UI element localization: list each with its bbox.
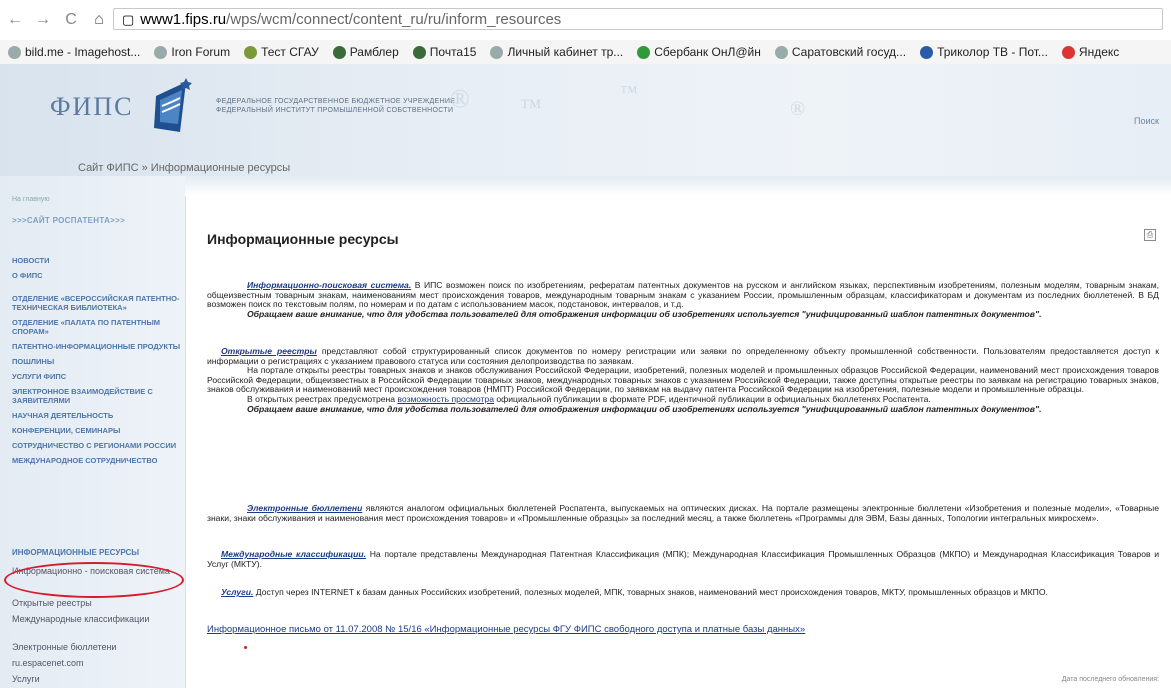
sidebar-item-international[interactable]: МЕЖДУНАРОДНОЕ СОТРУДНИЧЕСТВО [12, 456, 182, 465]
sidebar-item-fees[interactable]: ПОШЛИНЫ [12, 357, 182, 366]
search-link[interactable]: Поиск [1134, 116, 1159, 126]
classifications-link[interactable]: Международные классификации. [221, 549, 366, 559]
house-icon [412, 45, 426, 59]
view-possibility-link[interactable]: возможность просмотра [397, 394, 494, 404]
house-icon [332, 45, 346, 59]
bookmark-item[interactable]: Тест СГАУ [244, 45, 319, 59]
page-title: Информационные ресурсы [207, 231, 399, 247]
address-bar[interactable]: ▢ www1.fips.ru/wps/wcm/connect/content_ru… [113, 8, 1163, 30]
back-icon[interactable]: ← [6, 11, 24, 29]
watermark-tm-icon: ™ [520, 94, 542, 119]
paragraph-bulletins: Электронные бюллетени являются аналогом … [207, 503, 1159, 523]
nav-buttons: ← → C ⌂ [6, 10, 108, 30]
url-path: /wps/wcm/connect/content_ru/ru/inform_re… [226, 11, 562, 28]
sidebar-subitem-bulletins[interactable]: Электронные бюллетени [12, 642, 180, 653]
rospatent-link[interactable]: >>>САЙТ РОСПАТЕНТА>>> [12, 216, 125, 225]
bookmark-item[interactable]: Почта15 [412, 45, 476, 59]
watermark-registered-icon: ® [790, 98, 806, 120]
bookmark-item[interactable]: Личный кабинет тр... [490, 45, 623, 59]
browser-toolbar: ← → C ⌂ ▢ www1.fips.ru/wps/wcm/connect/co… [0, 0, 1171, 41]
bookmark-item[interactable]: Рамблер [332, 45, 399, 59]
paragraph-ips: Информационно-поисковая система. В ИПС в… [207, 280, 1159, 319]
institution-name: ФЕДЕРАЛЬНОЕ ГОСУДАРСТВЕННОЕ БЮДЖЕТНОЕ УЧ… [216, 98, 456, 114]
bookmark-item[interactable]: Сбербанк ОнЛ@йн [637, 45, 761, 59]
services-link[interactable]: Услуги. [221, 587, 253, 597]
sidebar: На главную >>>САЙТ РОСПАТЕНТА>>> НОВОСТИ… [0, 176, 185, 688]
sidebar-home-link[interactable]: На главную [12, 196, 50, 203]
globe-icon [8, 45, 21, 59]
leaf-icon [244, 45, 258, 59]
red-dot [244, 646, 247, 649]
bookmarks-bar: bild.me - Imagehost... Iron Forum Тест С… [0, 40, 1171, 65]
sidebar-item-library[interactable]: ОТДЕЛЕНИЕ «ВСЕРОССИЙСКАЯ ПАТЕНТНО-ТЕХНИЧ… [12, 294, 182, 312]
bookmark-item[interactable]: bild.me - Imagehost... [8, 45, 140, 59]
sidebar-item-e-interaction[interactable]: ЭЛЕКТРОННОЕ ВЗАИМОДЕЙСТВИЕ С ЗАЯВИТЕЛЯМИ [12, 387, 182, 405]
bookmark-item[interactable]: Iron Forum [154, 45, 230, 59]
breadcrumb-site[interactable]: Сайт ФИПС [78, 162, 139, 174]
sidebar-item-regions[interactable]: СОТРУДНИЧЕСТВО С РЕГИОНАМИ РОССИИ [12, 441, 182, 450]
paragraph-classifications: Международные классификации. На портале … [207, 549, 1160, 569]
bulletins-link[interactable]: Электронные бюллетени [247, 503, 362, 513]
globe-icon [490, 45, 504, 59]
tricolor-icon [920, 45, 934, 59]
main-content [185, 176, 1171, 688]
sidebar-subitem-espacenet[interactable]: ru.espacenet.com [12, 658, 180, 669]
last-updated-label: Дата последнего обновления: [1061, 676, 1159, 683]
globe-icon [774, 45, 788, 59]
ips-link[interactable]: Информационно-поисковая система. [247, 280, 411, 290]
print-icon[interactable]: ⎙ [1144, 229, 1156, 241]
highlight-circle [4, 562, 184, 598]
site-logo[interactable]: ФИПС [50, 92, 133, 122]
bookmark-item[interactable]: Саратовский госуд... [774, 45, 906, 59]
sidebar-item-news[interactable]: НОВОСТИ [12, 256, 182, 265]
watermark-tm-icon: ™ [620, 82, 638, 102]
sidebar-item-science[interactable]: НАУЧНАЯ ДЕЯТЕЛЬНОСТЬ [12, 411, 182, 420]
content-top-gradient [185, 176, 1171, 196]
paragraph-registers: Открытые реестры представляют собой стру… [207, 346, 1159, 414]
bookmark-item[interactable]: Триколор ТВ - Пот... [920, 45, 1048, 59]
yandex-icon [1061, 45, 1075, 59]
page-icon: ▢ [122, 12, 135, 27]
sidebar-item-chamber[interactable]: ОТДЕЛЕНИЕ «ПАЛАТА ПО ПАТЕНТНЫМ СПОРАМ» [12, 318, 182, 336]
watermark-registered-icon: ® [450, 84, 470, 113]
site-header: ФИПС ФЕДЕРАЛЬНОЕ ГОСУДАРСТВЕННОЕ БЮДЖЕТН… [0, 64, 1171, 176]
reload-icon[interactable]: C [62, 11, 80, 29]
url-host: www1.fips.ru [140, 11, 227, 28]
sidebar-item-products[interactable]: ПАТЕНТНО-ИНФОРМАЦИОННЫЕ ПРОДУКТЫ [12, 342, 182, 351]
breadcrumb-separator: » [141, 162, 148, 174]
paragraph-services: Услуги. Доступ через INTERNET к базам да… [221, 587, 1048, 597]
sidebar-item-about[interactable]: О ФИПС [12, 271, 182, 280]
home-icon[interactable]: ⌂ [90, 11, 108, 29]
sidebar-subitem-classifications[interactable]: Международные классификации [12, 614, 180, 625]
sberbank-icon [637, 45, 651, 59]
sidebar-item-services[interactable]: УСЛУГИ ФИПС [12, 372, 182, 381]
fips-emblem-icon [154, 78, 192, 132]
breadcrumb: Сайт ФИПС » Информационные ресурсы [78, 162, 290, 174]
sidebar-subitem-registers[interactable]: Открытые реестры [12, 598, 180, 609]
registers-link[interactable]: Открытые реестры [221, 346, 317, 356]
bookmark-item[interactable]: Яндекс [1061, 45, 1119, 59]
breadcrumb-current: Информационные ресурсы [150, 162, 291, 174]
forward-icon[interactable]: → [34, 11, 52, 29]
sidebar-subitem-services[interactable]: Услуги [12, 674, 180, 685]
sidebar-menu: НОВОСТИ О ФИПС ОТДЕЛЕНИЕ «ВСЕРОССИЙСКАЯ … [12, 256, 182, 471]
info-letter-link[interactable]: Информационное письмо от 11.07.2008 № 15… [207, 624, 805, 635]
sidebar-section-info-resources[interactable]: ИНФОРМАЦИОННЫЕ РЕСУРСЫ [12, 548, 139, 557]
globe-icon [154, 45, 168, 59]
sidebar-item-conferences[interactable]: КОНФЕРЕНЦИИ, СЕМИНАРЫ [12, 426, 182, 435]
